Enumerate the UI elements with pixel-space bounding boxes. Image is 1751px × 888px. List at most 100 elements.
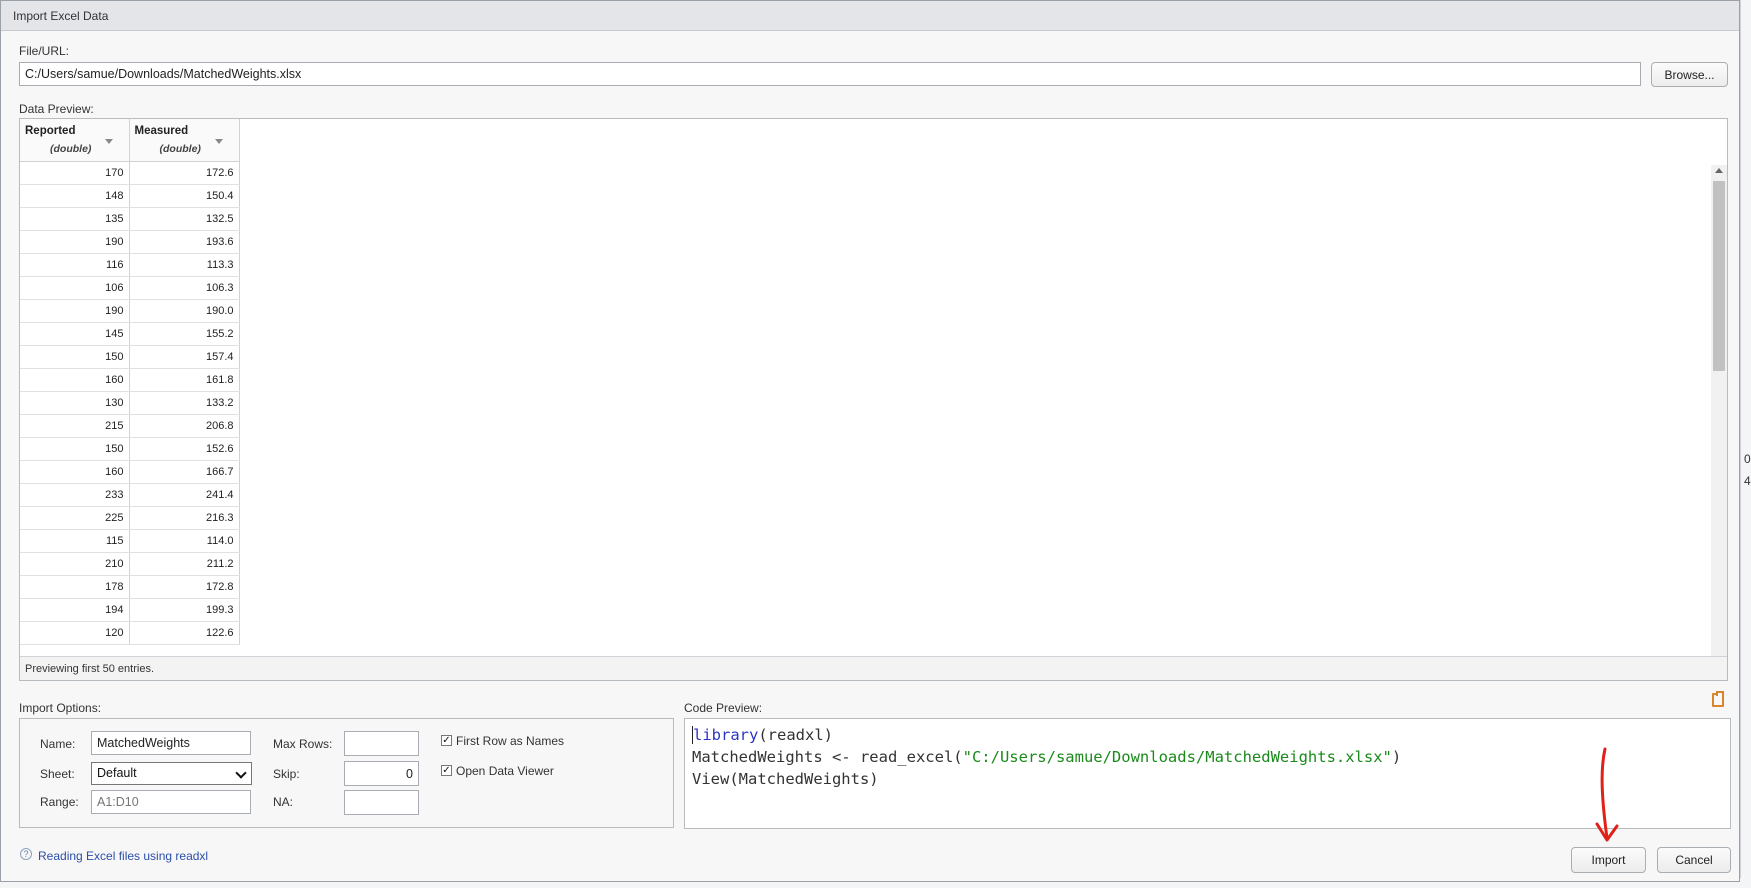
- column-header-reported[interactable]: Reported (double): [20, 119, 130, 162]
- cell-reported: 120: [20, 621, 130, 645]
- cell-reported: 150: [20, 345, 130, 369]
- table-row: 150 157.4: [20, 345, 240, 369]
- table-row: 210 211.2: [20, 552, 240, 576]
- readxl-help-link[interactable]: Reading Excel files using readxl: [38, 849, 208, 863]
- import-options-panel: Name: Sheet: Default Range: Max Rows: Sk…: [19, 718, 674, 828]
- scroll-up-arrow-icon[interactable]: [1715, 168, 1723, 173]
- cell-measured: 193.6: [129, 230, 240, 254]
- table-row: 225 216.3: [20, 506, 240, 530]
- chevron-down-icon: [235, 767, 247, 779]
- name-input[interactable]: [91, 731, 251, 755]
- sheet-label: Sheet:: [40, 767, 75, 781]
- file-url-input[interactable]: [19, 62, 1641, 86]
- data-preview-panel: Reported (double) Measured (double) 170 1…: [19, 118, 1728, 681]
- max-rows-input[interactable]: [344, 731, 419, 756]
- column-type: (double): [159, 143, 201, 155]
- cell-reported: 116: [20, 253, 130, 277]
- cell-measured: 190.0: [129, 299, 240, 323]
- cancel-button[interactable]: Cancel: [1657, 847, 1731, 873]
- cell-reported: 135: [20, 207, 130, 231]
- table-row: 148 150.4: [20, 184, 240, 208]
- skip-input[interactable]: [344, 761, 419, 786]
- cell-measured: 122.6: [129, 621, 240, 645]
- table-row: 178 172.8: [20, 575, 240, 599]
- code-preview-editor[interactable]: library(readxl) MatchedWeights <- read_e…: [684, 718, 1731, 829]
- preview-status: Previewing first 50 entries.: [20, 656, 1727, 680]
- table-row: 130 133.2: [20, 391, 240, 415]
- background-window-edge: 0: 4: [1740, 0, 1751, 888]
- table-row: 160 166.7: [20, 460, 240, 484]
- cell-measured: 172.6: [129, 161, 240, 185]
- scrollbar-thumb[interactable]: [1713, 181, 1725, 371]
- table-row: 145 155.2: [20, 322, 240, 346]
- table-row: 115 114.0: [20, 529, 240, 553]
- cell-measured: 211.2: [129, 552, 240, 576]
- table-row: 160 161.8: [20, 368, 240, 392]
- cell-measured: 161.8: [129, 368, 240, 392]
- table-row: 233 241.4: [20, 483, 240, 507]
- column-type-dropdown-icon[interactable]: [214, 139, 223, 144]
- table-row: 150 152.6: [20, 437, 240, 461]
- cell-reported: 148: [20, 184, 130, 208]
- cell-measured: 199.3: [129, 598, 240, 622]
- column-header-measured[interactable]: Measured (double): [129, 119, 240, 162]
- cell-reported: 225: [20, 506, 130, 530]
- na-label: NA:: [273, 795, 294, 809]
- sheet-select[interactable]: Default: [91, 762, 252, 785]
- browse-button[interactable]: Browse...: [1651, 62, 1728, 87]
- na-input[interactable]: [344, 790, 419, 815]
- data-preview-table: Reported (double) Measured (double) 170 1…: [20, 119, 240, 645]
- annotation-arrow-icon: [1595, 747, 1619, 842]
- code-keyword: library: [693, 726, 759, 744]
- table-row: 190 193.6: [20, 230, 240, 254]
- cell-reported: 106: [20, 276, 130, 300]
- cell-reported: 190: [20, 299, 130, 323]
- preview-vertical-scrollbar[interactable]: [1711, 165, 1727, 673]
- cell-reported: 150: [20, 437, 130, 461]
- cell-reported: 160: [20, 368, 130, 392]
- code-text: ): [1391, 748, 1402, 766]
- cell-measured: 150.4: [129, 184, 240, 208]
- cell-reported: 160: [20, 460, 130, 484]
- cell-measured: 206.8: [129, 414, 240, 438]
- cell-measured: 132.5: [129, 207, 240, 231]
- name-label: Name:: [40, 737, 76, 751]
- cell-measured: 133.2: [129, 391, 240, 415]
- code-text: View(MatchedWeights): [692, 770, 879, 788]
- cell-reported: 170: [20, 161, 130, 185]
- column-type-dropdown-icon[interactable]: [104, 139, 113, 144]
- code-text: (readxl): [758, 726, 833, 744]
- table-row: 190 190.0: [20, 299, 240, 323]
- copy-to-clipboard-icon[interactable]: [1712, 691, 1724, 707]
- cell-measured: 152.6: [129, 437, 240, 461]
- column-name: Reported: [25, 125, 76, 137]
- cell-measured: 113.3: [129, 253, 240, 277]
- cell-reported: 233: [20, 483, 130, 507]
- max-rows-label: Max Rows:: [273, 737, 333, 751]
- table-row: 106 106.3: [20, 276, 240, 300]
- first-row-as-names-label: First Row as Names: [456, 734, 565, 748]
- cell-reported: 178: [20, 575, 130, 599]
- import-excel-dialog: Import Excel Data File/URL: Browse... Da…: [0, 0, 1740, 882]
- cell-reported: 145: [20, 322, 130, 346]
- cell-reported: 190: [20, 230, 130, 254]
- table-row: 170 172.6: [20, 161, 240, 185]
- skip-label: Skip:: [273, 767, 300, 781]
- cell-measured: 106.3: [129, 276, 240, 300]
- open-data-viewer-checkbox[interactable]: ✓: [441, 765, 452, 776]
- cell-measured: 166.7: [129, 460, 240, 484]
- cell-measured: 114.0: [129, 529, 240, 553]
- range-input[interactable]: [91, 790, 251, 814]
- cell-measured: 241.4: [129, 483, 240, 507]
- column-name: Measured: [134, 125, 189, 137]
- cell-reported: 215: [20, 414, 130, 438]
- data-preview-label: Data Preview:: [19, 102, 94, 116]
- background-text-fragment: 0:: [1744, 452, 1751, 466]
- import-button[interactable]: Import: [1571, 847, 1646, 873]
- cell-measured: 172.8: [129, 575, 240, 599]
- help-icon: ?: [20, 848, 32, 860]
- first-row-as-names-checkbox[interactable]: ✓: [441, 735, 452, 746]
- sheet-select-value: Default: [97, 766, 137, 780]
- cell-measured: 216.3: [129, 506, 240, 530]
- table-row: 215 206.8: [20, 414, 240, 438]
